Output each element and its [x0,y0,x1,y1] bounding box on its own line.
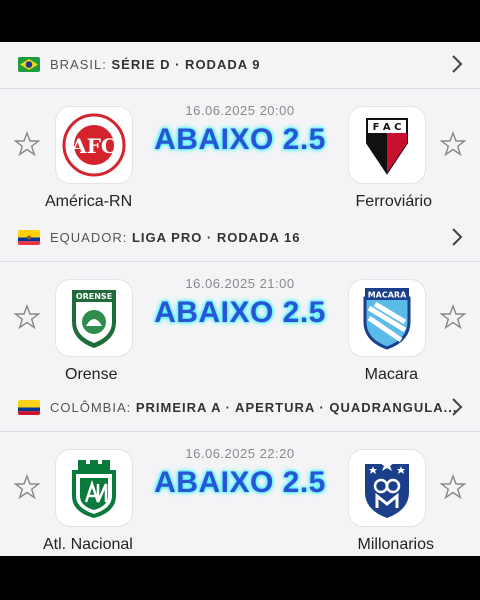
match-row[interactable]: 16.06.2025 21:00 ORENSE ABAIXO 2.5 MACAR… [0,262,480,388]
star-outline-icon[interactable] [14,131,40,157]
away-team-logo: F A C [349,107,425,183]
chevron-right-icon[interactable] [450,397,464,417]
home-team-logo: AFC [56,107,132,183]
prediction-label: ABAIXO 2.5 [154,466,326,499]
league-header-colombia[interactable]: COLÔMBIA: PRIMEIRA A · APERTURA · QUADRA… [0,385,480,432]
star-outline-icon[interactable] [440,474,466,500]
league-header-brasil[interactable]: BRASIL: SÉRIE D · RODADA 9 [0,42,480,89]
ferroviario-logo-text: F A C [373,122,402,133]
brazil-flag-icon [18,57,40,72]
home-team-logo [56,450,132,526]
away-team-name: Millonarios [357,536,434,553]
macara-logo-text: MACARA [368,291,407,300]
league-country: EQUADOR: [50,230,128,245]
star-outline-icon[interactable] [440,131,466,157]
star-outline-icon[interactable] [14,304,40,330]
home-team-name: Atl. Nacional [43,536,133,553]
away-team-name: Ferroviário [355,193,432,210]
star-outline-icon[interactable] [440,304,466,330]
league-competition: SÉRIE D · RODADA 9 [111,57,261,72]
league-competition: LIGA PRO · RODADA 16 [131,230,301,245]
orense-logo-text: ORENSE [76,292,112,301]
match-row[interactable]: 16.06.2025 20:00 AFC ABAIXO 2.5 F A C Am… [0,89,480,215]
league-competition: PRIMEIRA A · APERTURA · QUADRANGULA... [135,400,458,415]
star-outline-icon[interactable] [14,474,40,500]
away-team-name: Macara [364,366,418,383]
colombia-flag-icon [18,400,40,415]
home-team-name: América-RN [45,193,133,210]
away-team-logo: MACARA [349,280,425,356]
match-row[interactable]: 16.06.2025 22:20 ABAIXO 2.5 Atl. Naciona… [0,432,480,556]
chevron-right-icon[interactable] [450,227,464,247]
league-country: BRASIL: [50,57,107,72]
ecuador-flag-icon [18,230,40,245]
prediction-label: ABAIXO 2.5 [154,296,326,329]
home-team-logo: ORENSE [56,280,132,356]
league-header-equador[interactable]: EQUADOR: LIGA PRO · RODADA 16 [0,215,480,262]
chevron-right-icon[interactable] [450,54,464,74]
prediction-label: ABAIXO 2.5 [154,123,326,156]
league-country: COLÔMBIA: [50,400,132,415]
svg-text:AFC: AFC [70,134,117,158]
home-team-name: Orense [65,366,118,383]
away-team-logo [349,450,425,526]
match-list: BRASIL: SÉRIE D · RODADA 9 16.06.2025 20… [0,42,480,556]
